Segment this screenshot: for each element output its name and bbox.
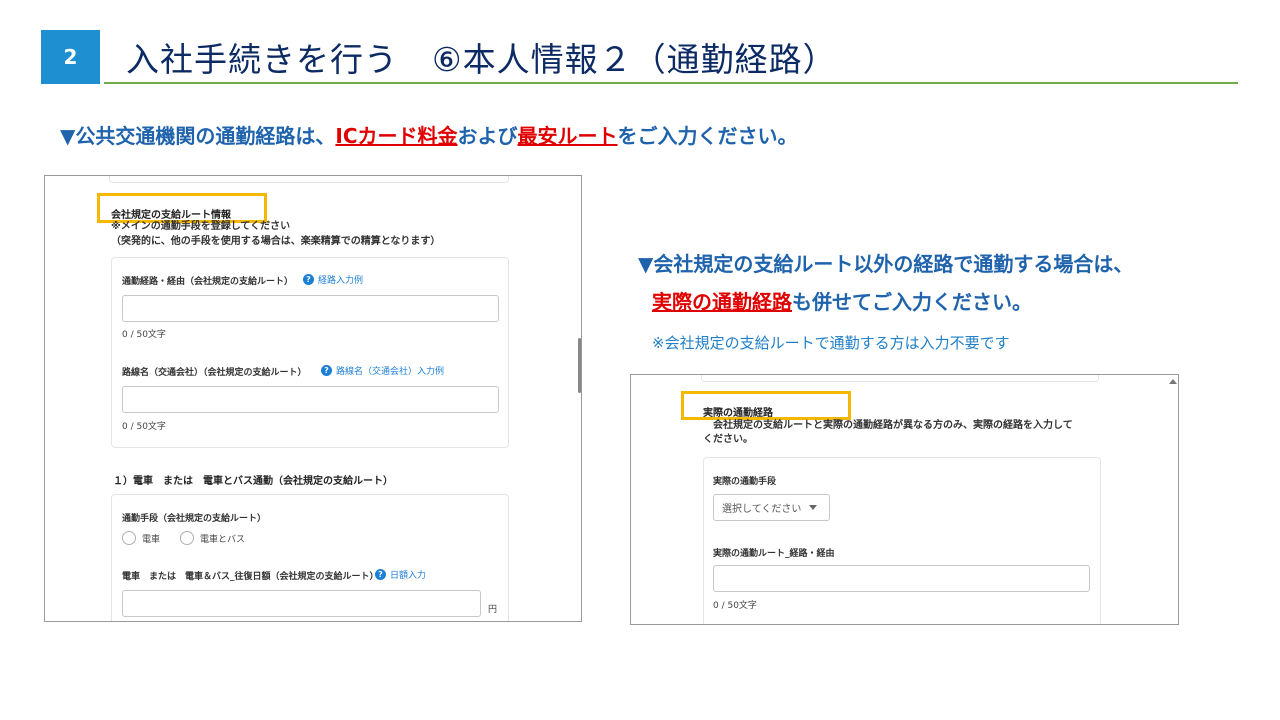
line-name-input[interactable] xyxy=(122,386,499,413)
radio-button[interactable] xyxy=(122,531,136,545)
line-name-example-link[interactable]: ? 路線名（交通会社）入力例 xyxy=(321,364,444,377)
route-example-text: 経路入力例 xyxy=(318,276,364,286)
fare-input-text: 日額入力 xyxy=(390,571,427,581)
actual-route-char-count: 0 / 50文字 xyxy=(713,601,757,611)
route-input[interactable] xyxy=(122,295,499,322)
note1-highlight-cheapest: 最安ルート xyxy=(517,124,618,148)
section-title-highlight-box xyxy=(681,391,851,420)
actual-route-notice-2: ください。 xyxy=(703,434,753,445)
card-top-edge xyxy=(109,176,509,183)
note2-text-rest: も併せてご入力ください。 xyxy=(792,290,1032,314)
line-name-example-text: 路線名（交通会社）入力例 xyxy=(336,367,445,377)
means-label: 通勤手段（会社規定の支給ルート） xyxy=(122,514,267,524)
instruction-note-actual-route-2: 実際の通勤経路も併せてご入力ください。 xyxy=(652,286,1032,315)
note1-highlight-ic-card: ICカード料金 xyxy=(335,124,458,148)
radio-button[interactable] xyxy=(180,531,194,545)
help-icon: ? xyxy=(321,365,332,376)
route-example-link[interactable]: ? 経路入力例 xyxy=(303,273,363,286)
scrollbar-thumb[interactable] xyxy=(578,338,581,393)
main-means-notice: ※メインの通勤手段を登録してください xyxy=(111,221,291,232)
train-bus-subsection-title: １）電車 または 電車とバス通勤（会社規定の支給ルート） xyxy=(113,476,393,487)
fare-label: 電車 または 電車＆バス_往復日額（会社規定の支給ルート） xyxy=(122,572,379,582)
actual-means-select[interactable]: 選択してください xyxy=(713,494,830,521)
route-label: 通勤経路・経由（会社規定の支給ルート） xyxy=(122,277,294,287)
instruction-subnote: ※会社規定の支給ルートで通勤する方は入力不要です xyxy=(652,334,1010,352)
route-char-count: 0 / 50文字 xyxy=(122,330,166,340)
note1-text-1: ▼公共交通機関の通勤経路は、 xyxy=(60,124,336,148)
line-name-label: 路線名（交通会社）（会社規定の支給ルート） xyxy=(122,368,307,378)
instruction-note-actual-route: ▼会社規定の支給ルート以外の経路で通勤する場合は、 xyxy=(638,252,1134,276)
fare-input[interactable] xyxy=(122,590,481,617)
expense-settlement-notice: （突発的に、他の手段を使用する場合は、楽楽精算での精算となります） xyxy=(111,236,441,247)
note2-highlight-actual-route: 実際の通勤経路 xyxy=(652,290,792,314)
line-name-char-count: 0 / 50文字 xyxy=(122,422,166,432)
actual-route-notice-1: 会社規定の支給ルートと実際の通勤経路が異なる方のみ、実際の経路を入力して xyxy=(713,420,1073,431)
actual-route-label: 実際の通勤ルート_経路・経由 xyxy=(713,549,835,559)
note1-text-2: および xyxy=(457,124,518,148)
help-icon: ? xyxy=(375,569,386,580)
company-route-form-screenshot: 会社規定の支給ルート情報 ※メインの通勤手段を登録してください （突発的に、他の… xyxy=(44,175,582,622)
actual-route-input[interactable] xyxy=(713,565,1090,592)
section-title-highlight-box xyxy=(97,193,267,223)
note1-text-3: をご入力ください。 xyxy=(617,124,798,148)
select-placeholder: 選択してください xyxy=(722,504,802,515)
fare-input-link[interactable]: ? 日額入力 xyxy=(375,568,426,581)
page-title: 入社手続きを行う ⑥本人情報２（通勤経路） xyxy=(126,40,837,79)
yen-unit: 円 xyxy=(488,605,498,615)
step-number-badge: 2 xyxy=(41,30,100,84)
actual-means-label: 実際の通勤手段 xyxy=(713,477,777,487)
scroll-up-arrow-icon[interactable] xyxy=(1169,379,1177,384)
instruction-note-ic-card: ▼公共交通機関の通勤経路は、ICカード料金および最安ルートをご入力ください。 xyxy=(60,120,798,149)
title-divider xyxy=(104,82,1238,84)
radio-train-bus[interactable]: 電車とバス xyxy=(180,531,245,545)
chevron-down-icon xyxy=(809,505,818,510)
card-top-edge xyxy=(701,375,1099,382)
actual-route-form-screenshot: 実際の通勤経路 会社規定の支給ルートと実際の通勤経路が異なる方のみ、実際の経路を… xyxy=(630,374,1179,625)
radio-train-bus-label: 電車とバス xyxy=(200,534,246,545)
radio-train[interactable]: 電車 xyxy=(122,531,160,545)
radio-train-label: 電車 xyxy=(142,534,161,545)
help-icon: ? xyxy=(303,274,314,285)
